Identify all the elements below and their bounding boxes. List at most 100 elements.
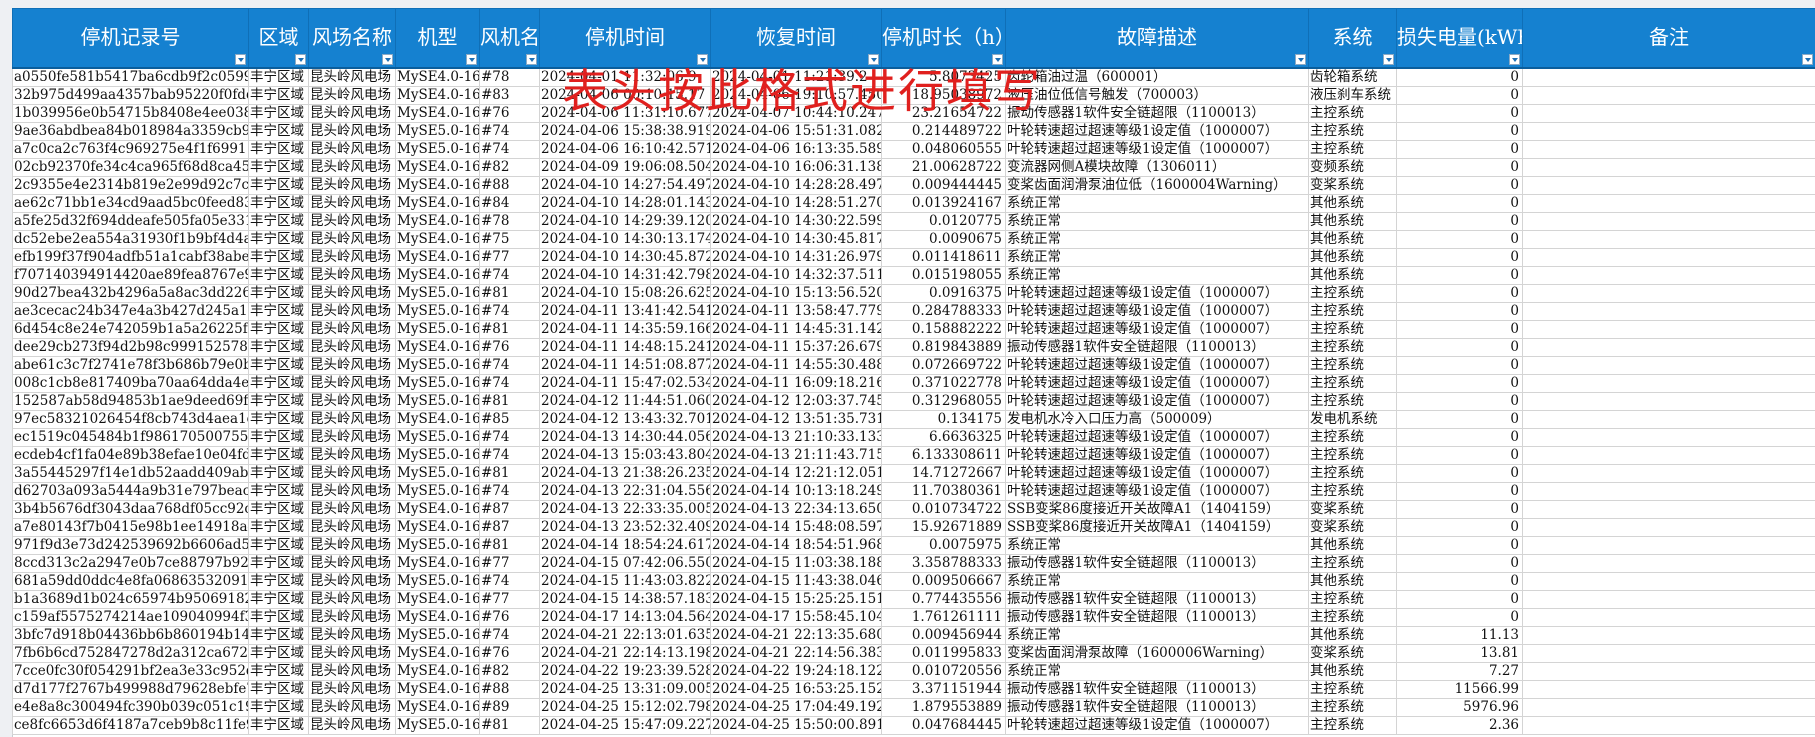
cell-farm-name[interactable]: 昆头岭风电场 xyxy=(308,356,396,375)
cell-region[interactable]: 丰宁区域 xyxy=(248,518,309,537)
cell-region[interactable]: 丰宁区域 xyxy=(248,320,309,339)
cell-fault-desc[interactable]: 系统正常 xyxy=(1005,536,1309,555)
cell-stop-time[interactable]: 2024-04-10 14:29:39.120 xyxy=(539,212,711,231)
cell-remark[interactable] xyxy=(1522,248,1815,267)
cell-fault-desc[interactable]: 变桨齿面润滑泵故障（1600006Warning） xyxy=(1005,644,1309,663)
cell-farm-name[interactable]: 昆头岭风电场 xyxy=(308,572,396,591)
cell-recover-time[interactable]: 2024-04-14 15:48:08.597 xyxy=(710,518,882,537)
cell-stop-time[interactable]: 2024-04-09 19:06:08.504 xyxy=(539,158,711,177)
cell-system[interactable]: 主控系统 xyxy=(1308,140,1397,159)
cell-turbine-name[interactable]: #74 xyxy=(479,428,540,447)
cell-recover-time[interactable]: 2024-04-22 19:24:18.122 xyxy=(710,662,882,681)
cell-loss-energy[interactable]: 0 xyxy=(1396,536,1523,555)
cell-loss-energy[interactable]: 0 xyxy=(1396,356,1523,375)
cell-recover-time[interactable]: 2024-04-12 13:51:35.731 xyxy=(710,410,882,429)
cell-system[interactable]: 其他系统 xyxy=(1308,212,1397,231)
cell-recover-time[interactable]: 2024-04-11 15:37:26.679 xyxy=(710,338,882,357)
cell-model[interactable]: MySE5.0-166 xyxy=(395,572,480,591)
cell-model[interactable]: MySE4.0-166 xyxy=(395,590,480,609)
cell-duration[interactable]: 0.214489722 xyxy=(881,122,1006,141)
cell-remark[interactable] xyxy=(1522,104,1815,123)
cell-duration[interactable]: 0.047684445 xyxy=(881,716,1006,735)
cell-remark[interactable] xyxy=(1522,464,1815,483)
cell-fault-desc[interactable]: 变流器网侧A模块故障（1306011） xyxy=(1005,158,1309,177)
cell-recover-time[interactable]: 2024-04-01 11:21:39.2 xyxy=(710,67,882,87)
cell-stop-time[interactable]: 2024-04-13 22:33:35.005 xyxy=(539,500,711,519)
filter-dropdown-icon[interactable] xyxy=(1383,54,1394,65)
cell-duration[interactable]: 0.819843889 xyxy=(881,338,1006,357)
cell-region[interactable]: 丰宁区域 xyxy=(248,680,309,699)
cell-region[interactable]: 丰宁区域 xyxy=(248,158,309,177)
cell-remark[interactable] xyxy=(1522,122,1815,141)
cell-region[interactable]: 丰宁区域 xyxy=(248,590,309,609)
cell-model[interactable]: MySE4.0-166 xyxy=(395,698,480,717)
cell-record-id[interactable]: dee29cb273f94d2b98c9991525783a0d xyxy=(12,338,249,357)
cell-fault-desc[interactable]: 振动传感器1软件安全链超限（1100013） xyxy=(1005,104,1309,123)
cell-duration[interactable]: 0.013924167 xyxy=(881,194,1006,213)
cell-system[interactable]: 变桨系统 xyxy=(1308,518,1397,537)
cell-duration[interactable]: 0.015198055 xyxy=(881,266,1006,285)
cell-record-id[interactable]: 7fb6b6cd752847278d2a312ca67204c9 xyxy=(12,644,249,663)
cell-model[interactable]: MySE4.0-166 xyxy=(395,158,480,177)
cell-turbine-name[interactable]: #81 xyxy=(479,716,540,735)
cell-loss-energy[interactable]: 5976.96 xyxy=(1396,698,1523,717)
cell-remark[interactable] xyxy=(1522,320,1815,339)
cell-farm-name[interactable]: 昆头岭风电场 xyxy=(308,320,396,339)
cell-turbine-name[interactable]: #74 xyxy=(479,446,540,465)
cell-recover-time[interactable]: 2024-04-10 14:30:45.817 xyxy=(710,230,882,249)
cell-turbine-name[interactable]: #87 xyxy=(479,500,540,519)
cell-duration[interactable]: 0.010734722 xyxy=(881,500,1006,519)
cell-farm-name[interactable]: 昆头岭风电场 xyxy=(308,590,396,609)
cell-region[interactable]: 丰宁区域 xyxy=(248,644,309,663)
cell-model[interactable]: MySE5.0-166 xyxy=(395,482,480,501)
cell-system[interactable]: 其他系统 xyxy=(1308,230,1397,249)
cell-region[interactable]: 丰宁区域 xyxy=(248,410,309,429)
cell-duration[interactable]: 0.010720556 xyxy=(881,662,1006,681)
cell-farm-name[interactable]: 昆头岭风电场 xyxy=(308,482,396,501)
cell-remark[interactable] xyxy=(1522,500,1815,519)
cell-region[interactable]: 丰宁区域 xyxy=(248,446,309,465)
cell-recover-time[interactable]: 2024-04-11 16:09:18.216 xyxy=(710,374,882,393)
cell-model[interactable]: MySE5.0-166 xyxy=(395,320,480,339)
cell-remark[interactable] xyxy=(1522,572,1815,591)
cell-record-id[interactable]: 2c9355e4e2314b819e2e99d92c7c6d84 xyxy=(12,176,249,195)
cell-stop-time[interactable]: 2024-04-11 13:41:42.541 xyxy=(539,302,711,321)
cell-region[interactable]: 丰宁区域 xyxy=(248,356,309,375)
cell-farm-name[interactable]: 昆头岭风电场 xyxy=(308,446,396,465)
cell-stop-time[interactable]: 2024-04-10 14:28:01.143 xyxy=(539,194,711,213)
cell-recover-time[interactable]: 2024-04-14 12:21:12.051 xyxy=(710,464,882,483)
cell-record-id[interactable]: a7e80143f7b0415e98b1ee14918a4d39 xyxy=(12,518,249,537)
cell-model[interactable]: MySE5.0-166 xyxy=(395,716,480,735)
cell-loss-energy[interactable]: 0 xyxy=(1396,590,1523,609)
cell-farm-name[interactable]: 昆头岭风电场 xyxy=(308,464,396,483)
cell-fault-desc[interactable]: 系统正常 xyxy=(1005,194,1309,213)
cell-duration[interactable]: 0.009444445 xyxy=(881,176,1006,195)
cell-record-id[interactable]: d7d177f2767b499988d79628ebfe73a1 xyxy=(12,680,249,699)
cell-remark[interactable] xyxy=(1522,266,1815,285)
cell-farm-name[interactable]: 昆头岭风电场 xyxy=(308,680,396,699)
cell-stop-time[interactable]: 2024-04-10 14:30:45.872 xyxy=(539,248,711,267)
cell-record-id[interactable]: f707140394914420ae89fea8767e9589 xyxy=(12,266,249,285)
cell-system[interactable]: 主控系统 xyxy=(1308,338,1397,357)
cell-fault-desc[interactable]: 叶轮转速超过超速等级1设定值（1000007） xyxy=(1005,716,1309,735)
cell-system[interactable]: 主控系统 xyxy=(1308,698,1397,717)
cell-stop-time[interactable]: 2024-04-13 23:52:32.409 xyxy=(539,518,711,537)
cell-farm-name[interactable]: 昆头岭风电场 xyxy=(308,266,396,285)
cell-region[interactable]: 丰宁区域 xyxy=(248,662,309,681)
cell-fault-desc[interactable]: 振动传感器1软件安全链超限（1100013） xyxy=(1005,554,1309,573)
cell-turbine-name[interactable]: #81 xyxy=(479,320,540,339)
cell-turbine-name[interactable]: #74 xyxy=(479,140,540,159)
cell-record-id[interactable]: 1b039956e0b54715b8408e4ee0382090 xyxy=(12,104,249,123)
cell-system[interactable]: 主控系统 xyxy=(1308,716,1397,735)
cell-record-id[interactable]: a0550fe581b5417ba6cdb9f2c05991b7 xyxy=(12,67,249,87)
cell-model[interactable]: MySE5.0-166 xyxy=(395,140,480,159)
cell-remark[interactable] xyxy=(1522,662,1815,681)
cell-fault-desc[interactable]: 振动传感器1软件安全链超限（1100013） xyxy=(1005,680,1309,699)
header-farm-name[interactable]: 风场名称 xyxy=(308,8,396,69)
cell-recover-time[interactable]: 2024-04-25 16:53:25.152 xyxy=(710,680,882,699)
cell-remark[interactable] xyxy=(1522,392,1815,411)
cell-system[interactable]: 主控系统 xyxy=(1308,284,1397,303)
cell-farm-name[interactable]: 昆头岭风电场 xyxy=(308,554,396,573)
cell-record-id[interactable]: ecdeb4cf1fa04e89b38efae10e04fd51 xyxy=(12,446,249,465)
cell-duration[interactable]: 0.371022778 xyxy=(881,374,1006,393)
